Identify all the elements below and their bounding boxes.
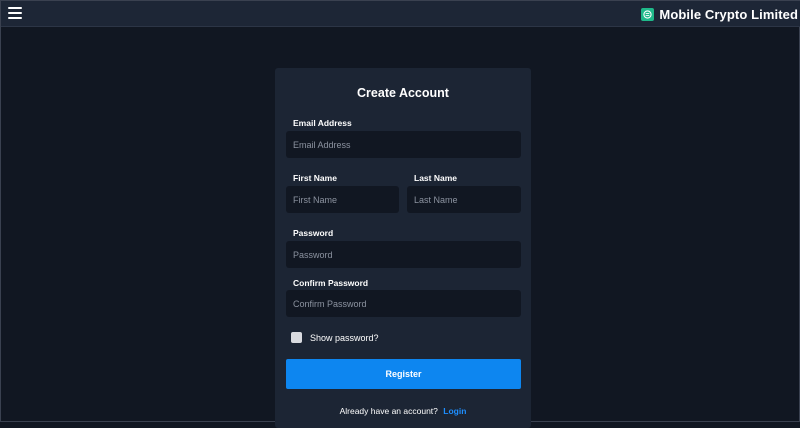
- brand-name: Mobile Crypto Limited: [659, 6, 798, 22]
- crypto-logo-icon: [641, 7, 655, 21]
- show-password-checkbox[interactable]: [291, 332, 302, 343]
- last-name-label: Last Name: [414, 173, 457, 183]
- show-password-label: Show password?: [310, 333, 379, 343]
- page-title: Create Account: [357, 86, 449, 100]
- password-label: Password: [293, 228, 334, 238]
- top-navigation-bar: Mobile Crypto Limited: [1, 1, 800, 27]
- register-button[interactable]: Register: [286, 359, 521, 389]
- last-name-input[interactable]: [407, 186, 521, 213]
- first-name-input[interactable]: [286, 186, 399, 213]
- confirm-password-input[interactable]: [286, 290, 521, 317]
- app-window: Mobile Crypto Limited Create Account Ema…: [0, 0, 800, 428]
- brand[interactable]: Mobile Crypto Limited: [641, 5, 798, 23]
- login-prompt: Already have an account? Login: [275, 406, 531, 416]
- first-name-label: First Name: [293, 173, 337, 183]
- login-prompt-text: Already have an account?: [339, 406, 438, 416]
- login-link[interactable]: Login: [443, 406, 466, 416]
- confirm-password-label: Confirm Password: [293, 278, 369, 288]
- email-input[interactable]: [286, 131, 521, 158]
- hamburger-icon[interactable]: [8, 6, 22, 20]
- create-account-card: Create Account Email Address First Name …: [275, 68, 531, 428]
- email-label: Email Address: [293, 118, 352, 128]
- password-input[interactable]: [286, 241, 521, 268]
